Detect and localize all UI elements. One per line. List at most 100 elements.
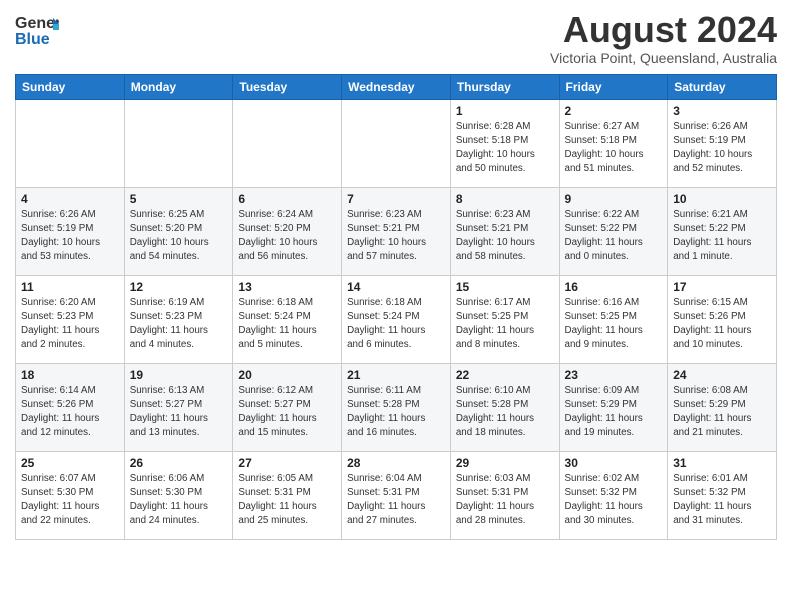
day-number: 6 — [238, 192, 336, 206]
calendar-table: SundayMondayTuesdayWednesdayThursdayFrid… — [15, 74, 777, 540]
calendar-cell: 24Sunrise: 6:08 AM Sunset: 5:29 PM Dayli… — [668, 363, 777, 451]
calendar-cell: 28Sunrise: 6:04 AM Sunset: 5:31 PM Dayli… — [342, 451, 451, 539]
day-number: 1 — [456, 104, 554, 118]
title-block: August 2024 Victoria Point, Queensland, … — [550, 10, 777, 66]
day-detail: Sunrise: 6:06 AM Sunset: 5:30 PM Dayligh… — [130, 472, 228, 529]
day-detail: Sunrise: 6:24 AM Sunset: 5:20 PM Dayligh… — [238, 208, 336, 265]
location-subtitle: Victoria Point, Queensland, Australia — [550, 50, 777, 66]
calendar-cell: 1 Sunrise: 6:28 AM Sunset: 5:18 PM Daylig… — [450, 99, 559, 187]
day-detail: Sunrise: 6:16 AM Sunset: 5:25 PM Dayligh… — [565, 296, 663, 353]
day-number: 4 — [21, 192, 119, 206]
day-detail: Sunrise: 6:20 AM Sunset: 5:23 PM Dayligh… — [21, 296, 119, 353]
calendar-cell: 20 Sunrise: 6:12 AM Sunset: 5:27 PM Dayli… — [233, 363, 342, 451]
calendar-cell: 18Sunrise: 6:14 AM Sunset: 5:26 PM Dayli… — [16, 363, 125, 451]
calendar-cell: 29Sunrise: 6:03 AM Sunset: 5:31 PM Dayli… — [450, 451, 559, 539]
day-number: 30 — [565, 456, 663, 470]
dow-header-tuesday: Tuesday — [233, 74, 342, 99]
day-number: 16 — [565, 280, 663, 294]
calendar-cell: 15 Sunrise: 6:17 AM Sunset: 5:25 PM Dayli… — [450, 275, 559, 363]
calendar-cell: 8Sunrise: 6:23 AM Sunset: 5:21 PM Daylig… — [450, 187, 559, 275]
day-detail: Sunrise: 6:25 AM Sunset: 5:20 PM Dayligh… — [130, 208, 228, 265]
day-number: 28 — [347, 456, 445, 470]
calendar-cell: 5 Sunrise: 6:25 AM Sunset: 5:20 PM Daylig… — [124, 187, 233, 275]
calendar-cell: 4 Sunrise: 6:26 AM Sunset: 5:19 PM Daylig… — [16, 187, 125, 275]
day-detail: Sunrise: 6:13 AM Sunset: 5:27 PM Dayligh… — [130, 384, 228, 441]
day-detail: Sunrise: 6:02 AM Sunset: 5:32 PM Dayligh… — [565, 472, 663, 529]
day-detail: Sunrise: 6:11 AM Sunset: 5:28 PM Dayligh… — [347, 384, 445, 441]
month-year-title: August 2024 — [550, 10, 777, 50]
day-number: 21 — [347, 368, 445, 382]
calendar-week-2: 4 Sunrise: 6:26 AM Sunset: 5:19 PM Daylig… — [16, 187, 777, 275]
calendar-cell: 12Sunrise: 6:19 AM Sunset: 5:23 PM Dayli… — [124, 275, 233, 363]
day-detail: Sunrise: 6:28 AM Sunset: 5:18 PM Dayligh… — [456, 120, 554, 177]
day-number: 19 — [130, 368, 228, 382]
calendar-cell: 30 Sunrise: 6:02 AM Sunset: 5:32 PM Dayli… — [559, 451, 668, 539]
day-detail: Sunrise: 6:27 AM Sunset: 5:18 PM Dayligh… — [565, 120, 663, 177]
day-detail: Sunrise: 6:01 AM Sunset: 5:32 PM Dayligh… — [673, 472, 771, 529]
day-detail: Sunrise: 6:10 AM Sunset: 5:28 PM Dayligh… — [456, 384, 554, 441]
svg-text:Blue: Blue — [15, 31, 50, 48]
day-detail: Sunrise: 6:23 AM Sunset: 5:21 PM Dayligh… — [456, 208, 554, 265]
calendar-cell: 11 Sunrise: 6:20 AM Sunset: 5:23 PM Dayli… — [16, 275, 125, 363]
day-detail: Sunrise: 6:18 AM Sunset: 5:24 PM Dayligh… — [238, 296, 336, 353]
day-number: 24 — [673, 368, 771, 382]
day-number: 17 — [673, 280, 771, 294]
day-number: 15 — [456, 280, 554, 294]
calendar-cell — [124, 99, 233, 187]
calendar-week-5: 25 Sunrise: 6:07 AM Sunset: 5:30 PM Dayli… — [16, 451, 777, 539]
day-detail: Sunrise: 6:12 AM Sunset: 5:27 PM Dayligh… — [238, 384, 336, 441]
calendar-cell: 31 Sunrise: 6:01 AM Sunset: 5:32 PM Dayli… — [668, 451, 777, 539]
calendar-cell: 10Sunrise: 6:21 AM Sunset: 5:22 PM Dayli… — [668, 187, 777, 275]
day-detail: Sunrise: 6:07 AM Sunset: 5:30 PM Dayligh… — [21, 472, 119, 529]
calendar-cell — [342, 99, 451, 187]
calendar-cell: 17 Sunrise: 6:15 AM Sunset: 5:26 PM Dayli… — [668, 275, 777, 363]
day-detail: Sunrise: 6:23 AM Sunset: 5:21 PM Dayligh… — [347, 208, 445, 265]
calendar-cell — [16, 99, 125, 187]
calendar-cell: 13Sunrise: 6:18 AM Sunset: 5:24 PM Dayli… — [233, 275, 342, 363]
calendar-cell: 25 Sunrise: 6:07 AM Sunset: 5:30 PM Dayli… — [16, 451, 125, 539]
calendar-cell: 2 Sunrise: 6:27 AM Sunset: 5:18 PM Daylig… — [559, 99, 668, 187]
day-number: 25 — [21, 456, 119, 470]
calendar-cell: 27Sunrise: 6:05 AM Sunset: 5:31 PM Dayli… — [233, 451, 342, 539]
calendar-cell: 21 Sunrise: 6:11 AM Sunset: 5:28 PM Dayli… — [342, 363, 451, 451]
day-detail: Sunrise: 6:19 AM Sunset: 5:23 PM Dayligh… — [130, 296, 228, 353]
day-number: 14 — [347, 280, 445, 294]
day-detail: Sunrise: 6:05 AM Sunset: 5:31 PM Dayligh… — [238, 472, 336, 529]
day-number: 20 — [238, 368, 336, 382]
day-number: 5 — [130, 192, 228, 206]
calendar-cell: 6 Sunrise: 6:24 AM Sunset: 5:20 PM Daylig… — [233, 187, 342, 275]
svg-text:General: General — [15, 15, 59, 32]
day-number: 11 — [21, 280, 119, 294]
day-number: 9 — [565, 192, 663, 206]
calendar-week-1: 1 Sunrise: 6:28 AM Sunset: 5:18 PM Daylig… — [16, 99, 777, 187]
calendar-cell: 22Sunrise: 6:10 AM Sunset: 5:28 PM Dayli… — [450, 363, 559, 451]
day-number: 2 — [565, 104, 663, 118]
day-detail: Sunrise: 6:26 AM Sunset: 5:19 PM Dayligh… — [21, 208, 119, 265]
calendar-cell: 9Sunrise: 6:22 AM Sunset: 5:22 PM Daylig… — [559, 187, 668, 275]
calendar-cell: 14Sunrise: 6:18 AM Sunset: 5:24 PM Dayli… — [342, 275, 451, 363]
day-detail: Sunrise: 6:03 AM Sunset: 5:31 PM Dayligh… — [456, 472, 554, 529]
dow-header-friday: Friday — [559, 74, 668, 99]
calendar-cell: 19 Sunrise: 6:13 AM Sunset: 5:27 PM Dayli… — [124, 363, 233, 451]
day-detail: Sunrise: 6:15 AM Sunset: 5:26 PM Dayligh… — [673, 296, 771, 353]
day-number: 3 — [673, 104, 771, 118]
page-header: General Blue August 2024 Victoria Point,… — [15, 10, 777, 66]
day-detail: Sunrise: 6:26 AM Sunset: 5:19 PM Dayligh… — [673, 120, 771, 177]
day-number: 31 — [673, 456, 771, 470]
calendar-week-4: 18Sunrise: 6:14 AM Sunset: 5:26 PM Dayli… — [16, 363, 777, 451]
day-number: 26 — [130, 456, 228, 470]
dow-header-saturday: Saturday — [668, 74, 777, 99]
dow-header-wednesday: Wednesday — [342, 74, 451, 99]
calendar-cell — [233, 99, 342, 187]
day-detail: Sunrise: 6:14 AM Sunset: 5:26 PM Dayligh… — [21, 384, 119, 441]
calendar-cell: 23Sunrise: 6:09 AM Sunset: 5:29 PM Dayli… — [559, 363, 668, 451]
calendar-week-3: 11 Sunrise: 6:20 AM Sunset: 5:23 PM Dayli… — [16, 275, 777, 363]
calendar-cell: 16 Sunrise: 6:16 AM Sunset: 5:25 PM Dayli… — [559, 275, 668, 363]
day-number: 7 — [347, 192, 445, 206]
logo-icon: General Blue — [15, 10, 59, 48]
day-detail: Sunrise: 6:17 AM Sunset: 5:25 PM Dayligh… — [456, 296, 554, 353]
calendar-cell: 3 Sunrise: 6:26 AM Sunset: 5:19 PM Daylig… — [668, 99, 777, 187]
dow-header-thursday: Thursday — [450, 74, 559, 99]
dow-header-sunday: Sunday — [16, 74, 125, 99]
day-detail: Sunrise: 6:09 AM Sunset: 5:29 PM Dayligh… — [565, 384, 663, 441]
